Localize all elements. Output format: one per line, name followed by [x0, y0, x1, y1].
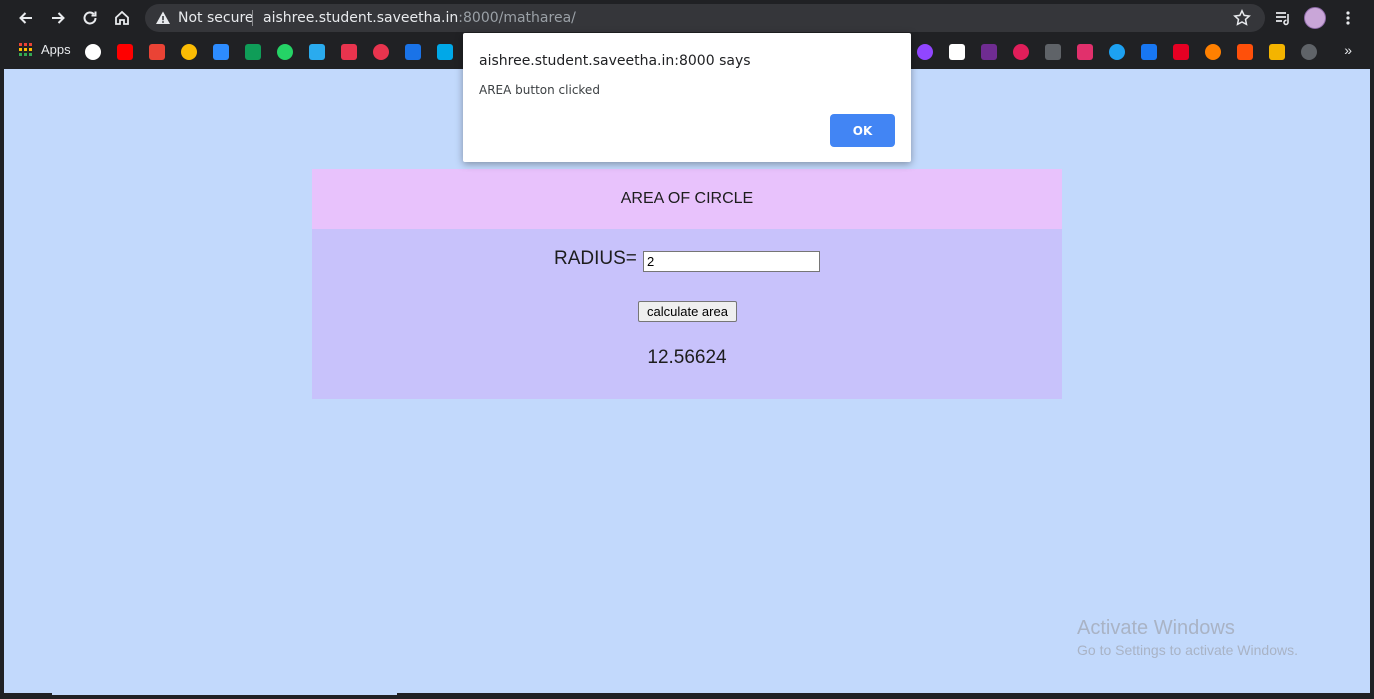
radius-label: RADIUS=	[554, 248, 637, 269]
activate-windows-subtitle: Go to Settings to activate Windows.	[1077, 642, 1298, 658]
forward-arrow-icon	[52, 12, 65, 24]
p-logo-icon[interactable]	[981, 44, 997, 60]
address-divider	[252, 10, 253, 26]
back-arrow-icon	[19, 12, 32, 24]
reload-button[interactable]	[74, 2, 106, 34]
twitter-icon[interactable]	[1109, 44, 1125, 60]
reload-icon	[83, 11, 97, 25]
back-button[interactable]	[10, 2, 42, 34]
apps-grid-icon[interactable]	[19, 43, 33, 57]
card-header: AREA OF CIRCLE	[312, 169, 1062, 229]
pinterest-icon[interactable]	[1173, 44, 1189, 60]
page-title: AREA OF CIRCLE	[620, 190, 754, 207]
home-icon	[115, 10, 129, 25]
dialog-title: aishree.student.saveetha.in:8000 says	[479, 53, 751, 69]
bookmarks-overflow-button[interactable]: »	[1344, 42, 1352, 58]
url-host: aishree.student.saveetha.in	[263, 10, 459, 26]
b-logo-icon[interactable]	[1269, 44, 1285, 60]
security-label[interactable]: Not secure	[178, 10, 254, 26]
window-bottom-highlight	[52, 693, 397, 695]
ok-button[interactable]: OK	[830, 114, 895, 147]
w-logo-icon[interactable]	[437, 44, 453, 60]
dialog-message: AREA button clicked	[479, 83, 600, 97]
twitch-icon[interactable]	[917, 44, 933, 60]
area-card: AREA OF CIRCLE RADIUS= calculate area 12…	[312, 169, 1062, 399]
whatsapp-icon[interactable]	[277, 44, 293, 60]
apps-label[interactable]: Apps	[41, 42, 71, 57]
bookmark-star-icon[interactable]	[1233, 9, 1251, 27]
u-logo-icon[interactable]	[373, 44, 389, 60]
facebook-icon[interactable]	[1141, 44, 1157, 60]
area-result: 12.56624	[647, 347, 727, 368]
youtube-icon[interactable]	[117, 44, 133, 60]
calculate-area-button[interactable]: calculate area	[638, 301, 737, 322]
calendar-icon[interactable]	[949, 44, 965, 60]
gmail-icon[interactable]	[149, 44, 165, 60]
address-bar[interactable]: Not secure aishree.student.saveetha.in:8…	[145, 4, 1265, 32]
warning-icon[interactable]	[155, 10, 171, 26]
alert-dialog: aishree.student.saveetha.in:8000 says AR…	[463, 33, 911, 162]
slack-icon[interactable]	[1013, 44, 1029, 60]
wattpad-icon[interactable]	[1237, 44, 1253, 60]
more-menu-icon[interactable]	[1340, 10, 1356, 26]
google-icon[interactable]	[85, 44, 101, 60]
g-logo-icon[interactable]	[405, 44, 421, 60]
activate-windows-title: Activate Windows	[1077, 617, 1235, 639]
profile-avatar[interactable]	[1304, 7, 1326, 29]
url-text[interactable]: aishree.student.saveetha.in:8000/mathare…	[263, 10, 576, 26]
grid-icon[interactable]	[1045, 44, 1061, 60]
home-button[interactable]	[106, 2, 138, 34]
m-logo-icon[interactable]	[341, 44, 357, 60]
radius-input[interactable]	[643, 251, 820, 272]
forward-button[interactable]	[42, 2, 74, 34]
instagram-icon[interactable]	[1077, 44, 1093, 60]
telegram-icon[interactable]	[309, 44, 325, 60]
page-viewport: AREA OF CIRCLE RADIUS= calculate area 12…	[4, 69, 1370, 693]
blogger-icon[interactable]	[1205, 44, 1221, 60]
reading-list-icon[interactable]	[1274, 9, 1292, 27]
browser-toolbar: Not secure aishree.student.saveetha.in:8…	[0, 0, 1374, 36]
url-path: :8000/matharea/	[458, 10, 576, 26]
github-icon[interactable]	[1301, 44, 1317, 60]
google-drive-icon[interactable]	[181, 44, 197, 60]
zoom-icon[interactable]	[213, 44, 229, 60]
hangouts-icon[interactable]	[245, 44, 261, 60]
